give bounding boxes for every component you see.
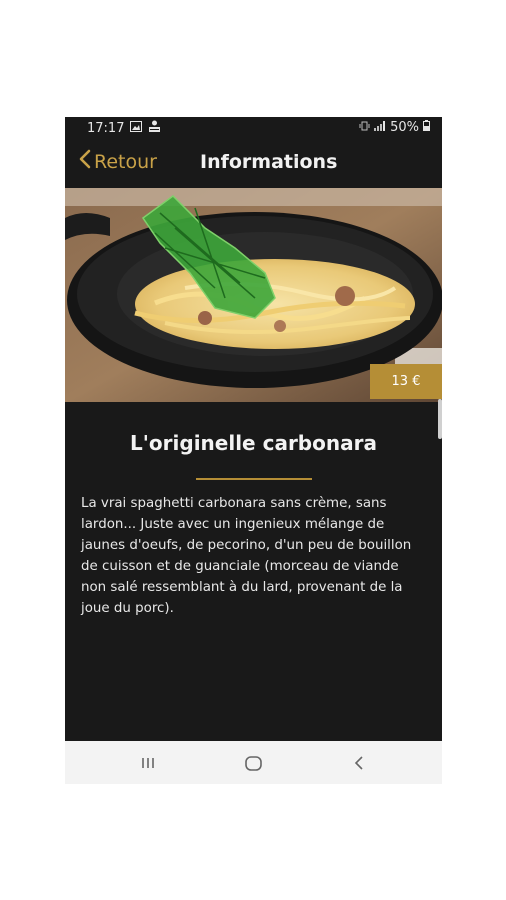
- dish-description: La vrai spaghetti carbonara sans crème, …: [81, 496, 412, 616]
- notification-person-icon: [148, 120, 161, 137]
- dish-title: L'originelle carbonara: [130, 431, 377, 455]
- page-title: Informations: [200, 151, 338, 173]
- status-left: 17:17: [87, 120, 161, 137]
- status-time: 17:17: [87, 121, 125, 136]
- phone-screen: 17:17 50% Retour Informations 13 € L'ori…: [65, 117, 442, 784]
- price-badge: 13 €: [370, 364, 442, 399]
- image-icon: [130, 121, 143, 136]
- vibrate-icon: [359, 120, 370, 135]
- dish-photo: 13 €: [65, 188, 442, 402]
- back-icon[interactable]: [345, 753, 375, 773]
- status-right: 50%: [359, 120, 430, 135]
- system-navigation-bar: [65, 741, 442, 784]
- back-label: Retour: [94, 150, 157, 173]
- back-button[interactable]: Retour: [79, 149, 157, 174]
- signal-icon: [374, 120, 386, 135]
- home-icon[interactable]: [239, 753, 269, 773]
- battery-icon: [423, 120, 430, 135]
- recents-icon[interactable]: [134, 753, 164, 773]
- status-bar: 17:17 50%: [65, 117, 442, 139]
- title-divider: [196, 478, 312, 480]
- top-navigation-bar: Retour Informations: [65, 139, 442, 187]
- chevron-left-icon: [79, 149, 91, 174]
- battery-percent: 50%: [390, 120, 419, 135]
